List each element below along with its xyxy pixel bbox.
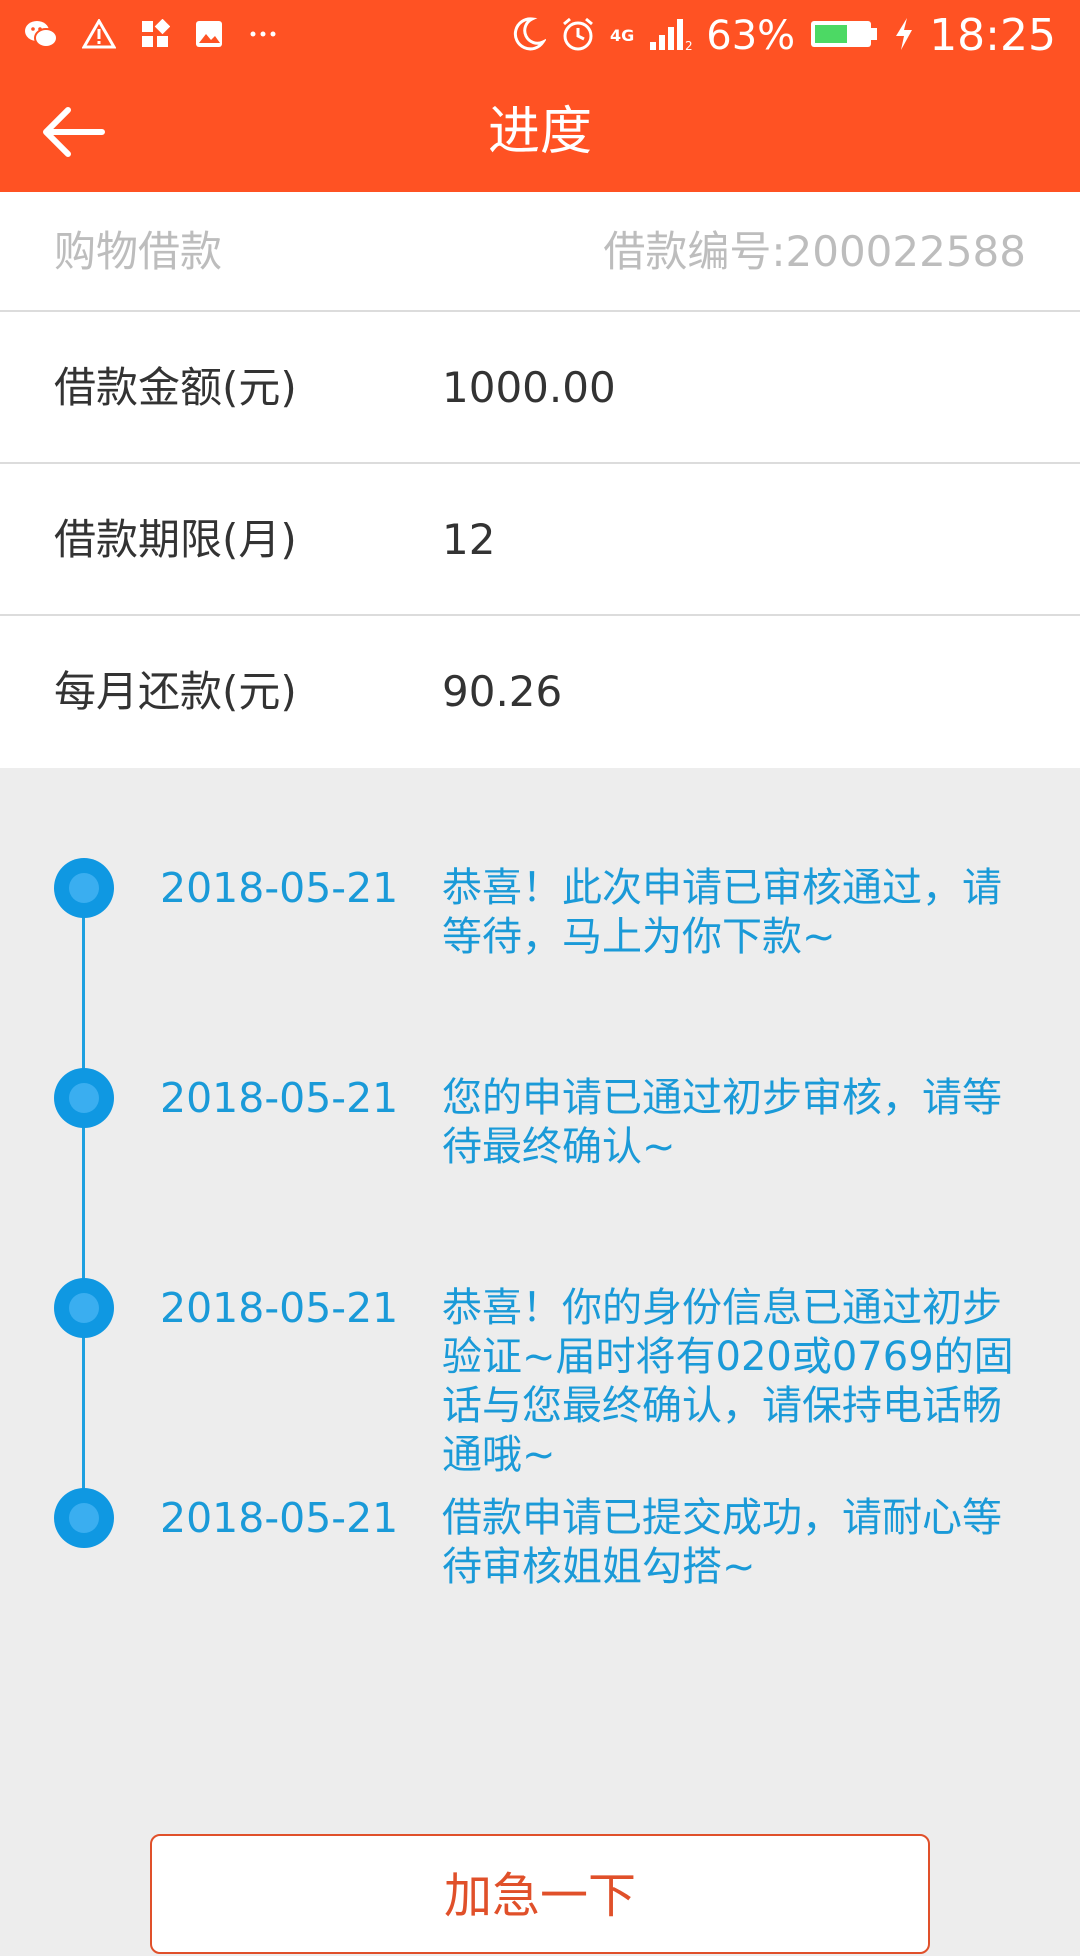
alarm-icon (560, 16, 596, 56)
status-bar-right: 4G 2 63% 18:25 (512, 10, 1056, 62)
battery-icon (809, 17, 879, 55)
app-bar: 进度 (0, 72, 1080, 192)
timeline-dot (54, 1488, 114, 1548)
expedite-button[interactable]: 加急一下 (150, 1834, 930, 1954)
monthly-payment-row: 每月还款(元) 90.26 (0, 616, 1080, 768)
loan-term-label: 借款期限(月) (54, 515, 297, 564)
timeline-date: 2018-05-21 (160, 864, 399, 912)
status-bar-left (24, 14, 278, 58)
network-type-label: 4G (610, 26, 635, 45)
battery-percent: 63% (706, 13, 796, 59)
timeline-dot (54, 1068, 114, 1128)
timeline-text: 恭喜！你的身份信息已通过初步验证~届时将有020或0769的固话与您最终确认，请… (442, 1285, 1014, 1478)
timeline-text: 借款申请已提交成功，请耐心等待审核姐姐勾搭~ (442, 1495, 1002, 1590)
timeline-date: 2018-05-21 (160, 1284, 399, 1332)
timeline-dot (54, 1278, 114, 1338)
loan-amount-row: 借款金额(元) 1000.00 (0, 312, 1080, 464)
image-icon (194, 19, 224, 53)
app-grid-icon (140, 18, 171, 53)
monthly-payment-value: 90.26 (442, 667, 563, 716)
timeline-text: 恭喜！此次申请已审核通过，请等待，马上为你下款~ (442, 865, 1002, 960)
clock: 18:25 (929, 10, 1056, 61)
warning-icon (81, 17, 117, 53)
moon-icon (512, 16, 548, 56)
loan-type: 购物借款 (54, 227, 223, 276)
loan-header: 购物借款 借款编号:200022588 (0, 192, 1080, 312)
wechat-icon (24, 19, 58, 53)
more-dots-icon (248, 19, 278, 53)
arrow-left-icon (40, 107, 110, 168)
status-bar: 4G 2 63% 18:25 (0, 0, 1080, 72)
loan-term-row: 借款期限(月) 12 (0, 464, 1080, 616)
timeline-text: 您的申请已通过初步审核，请等待最终确认~ (442, 1075, 1002, 1170)
charging-icon (893, 16, 915, 56)
monthly-payment-label: 每月还款(元) (54, 667, 297, 716)
timeline-date: 2018-05-21 (160, 1494, 399, 1542)
timeline-date: 2018-05-21 (160, 1074, 399, 1122)
loan-term-value: 12 (442, 515, 496, 564)
timeline-line (82, 890, 85, 1520)
timeline-dot (54, 858, 114, 918)
loan-amount-label: 借款金额(元) (54, 363, 297, 412)
svg-text:2: 2 (685, 39, 692, 52)
back-button[interactable] (40, 100, 110, 164)
loan-amount-value: 1000.00 (442, 363, 616, 412)
loan-number: 借款编号:200022588 (603, 227, 1026, 276)
page-title: 进度 (487, 102, 592, 162)
signal-icon: 2 (648, 16, 693, 56)
